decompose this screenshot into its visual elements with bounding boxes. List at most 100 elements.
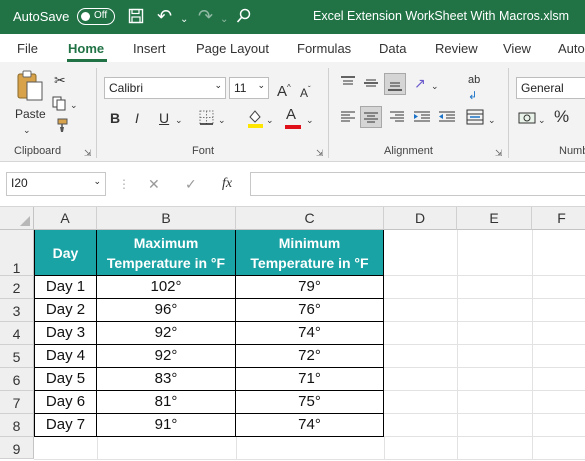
name-box[interactable]: I20 ⌄	[6, 172, 106, 196]
borders-dropdown-icon[interactable]: ⌄	[218, 112, 226, 128]
row-header-7[interactable]: 7	[0, 391, 34, 414]
tab-automate[interactable]: Auto	[558, 41, 585, 56]
tab-data[interactable]: Data	[379, 41, 406, 56]
undo-dropdown-icon[interactable]: ⌄	[180, 11, 188, 28]
top-align-icon[interactable]	[340, 76, 356, 93]
paste-label[interactable]: Paste	[15, 106, 46, 122]
cell-max[interactable]: 92°	[97, 322, 236, 345]
merge-center-icon[interactable]	[466, 109, 484, 128]
cell-max[interactable]: 81°	[97, 391, 236, 414]
cell-max[interactable]: 91°	[97, 414, 236, 437]
row-header-5[interactable]: 5	[0, 345, 34, 368]
cell-min[interactable]: 71°	[236, 368, 384, 391]
accounting-icon[interactable]	[518, 110, 536, 130]
font-color-dropdown-icon[interactable]: ⌄	[306, 112, 314, 128]
cell-min[interactable]: 74°	[236, 322, 384, 345]
undo-icon[interactable]: ↶	[157, 7, 172, 25]
shrink-font-icon[interactable]: Aˇ	[300, 82, 311, 101]
row-header-6[interactable]: 6	[0, 368, 34, 391]
italic-button[interactable]: I	[135, 110, 139, 126]
align-center-button[interactable]	[360, 106, 382, 128]
header-max-temp[interactable]: Maximum Temperature in °F	[97, 230, 236, 276]
column-header-e[interactable]: E	[457, 207, 532, 230]
enter-icon[interactable]: ✓	[185, 176, 197, 192]
bottom-align-button[interactable]	[384, 73, 406, 95]
cell-min[interactable]: 76°	[236, 299, 384, 322]
cell-min[interactable]: 75°	[236, 391, 384, 414]
paste-dropdown-icon[interactable]: ⌄	[23, 122, 31, 138]
autosave-toggle[interactable]: Off	[77, 8, 115, 25]
column-header-d[interactable]: D	[384, 207, 457, 230]
cell-min[interactable]: 72°	[236, 345, 384, 368]
cell-min[interactable]: 74°	[236, 414, 384, 437]
merge-dropdown-icon[interactable]: ⌄	[488, 112, 496, 128]
cell-max[interactable]: 96°	[97, 299, 236, 322]
tab-file[interactable]: File	[17, 41, 38, 56]
row-header-4[interactable]: 4	[0, 322, 34, 345]
orientation-icon[interactable]: ↗	[414, 75, 426, 91]
column-header-b[interactable]: B	[97, 207, 236, 230]
search-icon[interactable]	[236, 8, 252, 28]
header-min-temp[interactable]: Minimum Temperature in °F	[236, 230, 384, 276]
font-color-icon[interactable]: A	[286, 107, 296, 123]
paste-icon[interactable]	[15, 70, 45, 105]
row-header-3[interactable]: 3	[0, 299, 34, 322]
font-size-box[interactable]: 11 ⌄	[229, 77, 269, 99]
cell-day[interactable]: Day 4	[35, 345, 97, 368]
cell-day[interactable]: Day 3	[35, 322, 97, 345]
save-icon[interactable]	[128, 8, 144, 28]
format-painter-icon[interactable]	[53, 118, 68, 136]
row-header-1[interactable]: 1	[0, 230, 34, 276]
alignment-launcher-icon[interactable]: ⇲	[495, 148, 503, 159]
copy-dropdown-icon[interactable]: ⌄	[70, 97, 78, 113]
copy-icon[interactable]	[52, 96, 66, 114]
middle-align-icon[interactable]	[363, 76, 379, 93]
cell-day[interactable]: Day 1	[35, 276, 97, 299]
column-header-a[interactable]: A	[34, 207, 97, 230]
cut-icon[interactable]: ✂	[54, 72, 66, 88]
formula-input[interactable]	[250, 172, 585, 196]
tab-formulas[interactable]: Formulas	[297, 41, 351, 56]
tab-page-layout[interactable]: Page Layout	[196, 41, 269, 56]
fx-icon[interactable]: fx	[222, 176, 232, 192]
cell-day[interactable]: Day 2	[35, 299, 97, 322]
font-name-box[interactable]: Calibri ⌄	[104, 77, 226, 99]
outdent-icon[interactable]	[438, 110, 456, 127]
column-header-c[interactable]: C	[236, 207, 384, 230]
wrap-text-icon[interactable]: ab ↲	[468, 72, 480, 104]
cell-max[interactable]: 102°	[97, 276, 236, 299]
fill-color-icon[interactable]	[247, 108, 264, 131]
cell-day[interactable]: Day 7	[35, 414, 97, 437]
tab-insert[interactable]: Insert	[133, 41, 166, 56]
number-format-box[interactable]: General	[516, 77, 585, 99]
drag-handle-icon[interactable]: ⋮	[118, 176, 130, 192]
percent-style-button[interactable]: %	[554, 108, 569, 125]
header-day[interactable]: Day	[35, 230, 97, 276]
cell-day[interactable]: Day 5	[35, 368, 97, 391]
cancel-icon[interactable]: ✕	[148, 176, 160, 192]
tab-home[interactable]: Home	[68, 41, 104, 56]
orientation-dropdown-icon[interactable]: ⌄	[431, 78, 439, 94]
align-left-icon[interactable]	[340, 110, 356, 127]
row-header-8[interactable]: 8	[0, 414, 34, 437]
font-launcher-icon[interactable]: ⇲	[316, 148, 324, 159]
cell-max[interactable]: 83°	[97, 368, 236, 391]
underline-dropdown-icon[interactable]: ⌄	[175, 112, 183, 128]
redo-dropdown-icon[interactable]: ⌄	[220, 11, 228, 28]
indent-icon[interactable]	[413, 110, 431, 127]
cell-day[interactable]: Day 6	[35, 391, 97, 414]
bold-button[interactable]: B	[110, 110, 120, 126]
row-header-2[interactable]: 2	[0, 276, 34, 299]
tab-review[interactable]: Review	[435, 41, 478, 56]
column-header-f[interactable]: F	[532, 207, 585, 230]
grow-font-icon[interactable]: A^	[277, 80, 291, 100]
borders-icon[interactable]	[199, 110, 214, 128]
select-all-corner[interactable]	[0, 207, 34, 230]
underline-button[interactable]: U	[159, 110, 169, 126]
clipboard-launcher-icon[interactable]: ⇲	[84, 148, 92, 159]
cell-max[interactable]: 92°	[97, 345, 236, 368]
tab-view[interactable]: View	[503, 41, 531, 56]
align-right-icon[interactable]	[389, 110, 405, 127]
accounting-dropdown-icon[interactable]: ⌄	[538, 112, 546, 128]
fill-color-dropdown-icon[interactable]: ⌄	[266, 112, 274, 128]
